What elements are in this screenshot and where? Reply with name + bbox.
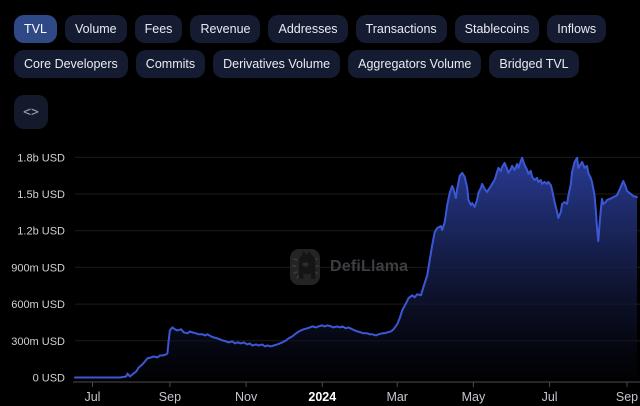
tab-commits[interactable]: Commits — [136, 50, 205, 78]
x-tick-label: Jul — [84, 390, 100, 404]
defillama-chain-dashboard: { "page": {"background": "#000000"}, "ta… — [0, 0, 640, 406]
x-tick-label: Nov — [235, 390, 258, 404]
tab-volume[interactable]: Volume — [65, 15, 127, 43]
metric-tabs-row-1: TVL Volume FeesRevenue Addresses Transaction… — [14, 15, 640, 43]
y-axis-label: 300m USD — [11, 336, 65, 348]
y-axis-label: 1.8b USD — [17, 152, 65, 164]
tab-core-developers[interactable]: Core Developers — [14, 50, 128, 78]
x-tick-label: May — [462, 390, 486, 404]
x-tick-label: 2024 — [308, 390, 336, 404]
y-axis-label: 1.2b USD — [17, 226, 65, 238]
tab-transactions[interactable]: Transactions — [356, 15, 447, 43]
x-tick-label: Jul — [542, 390, 558, 404]
y-axis-label: 1.5b USD — [17, 189, 65, 201]
tab-fees[interactable]: Fees — [135, 15, 183, 43]
y-axis-label: 900m USD — [11, 262, 65, 274]
x-tick-label: Sep — [159, 390, 181, 404]
y-axis-label: 600m USD — [11, 299, 65, 311]
tab-revenue[interactable]: Revenue — [190, 15, 260, 43]
tab-derivatives-volume[interactable]: Derivatives Volume — [213, 50, 340, 78]
y-axis-label: 0 USD — [33, 373, 65, 385]
x-tick-label: Sep — [616, 390, 638, 404]
x-tick-label: Mar — [386, 390, 408, 404]
tab-inflows[interactable]: Inflows — [547, 15, 606, 43]
code-icon: <> — [23, 105, 39, 120]
embed-code-button[interactable]: <> — [14, 95, 48, 129]
tab-tvl[interactable]: TVL — [14, 15, 57, 43]
metric-tabs-row-2: Core Developers Commits Derivatives Volume… — [14, 50, 640, 78]
tab-stablecoins[interactable]: Stablecoins — [455, 15, 540, 43]
tvl-area-chart[interactable]: 1.8b USD 1.5b USD 1.2b USD 900m USD 600m USD… — [0, 140, 640, 406]
tab-aggregators-volume[interactable]: Aggregators Volume — [348, 50, 481, 78]
tab-addresses[interactable]: Addresses — [268, 15, 347, 43]
tab-bridged-tvl[interactable]: Bridged TVL — [489, 50, 578, 78]
